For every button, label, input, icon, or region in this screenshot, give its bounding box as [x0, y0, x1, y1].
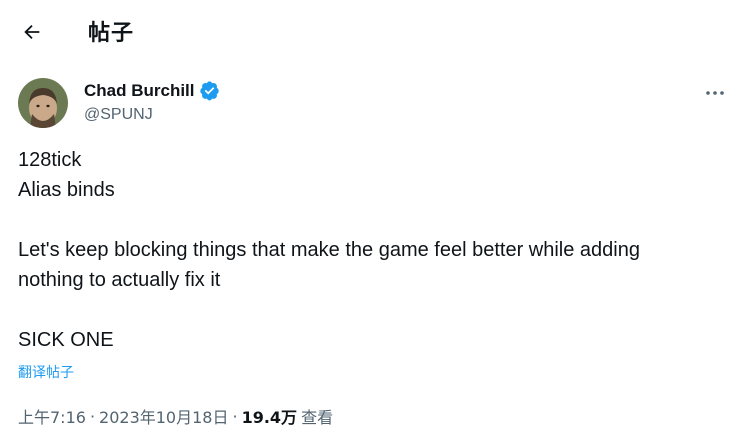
- tweet-text-line: nothing to actually fix it: [18, 269, 221, 291]
- top-bar: 帖子: [0, 0, 740, 62]
- author-handle[interactable]: @SPUNJ: [84, 106, 153, 124]
- views-label: 查看: [301, 408, 334, 427]
- tweet-text-line: Alias binds: [18, 179, 115, 201]
- author-name[interactable]: Chad Burchill: [84, 81, 195, 101]
- tweet-text-line: 128tick: [18, 149, 82, 171]
- back-button[interactable]: [16, 16, 48, 48]
- avatar-image: [18, 78, 68, 128]
- author-name-row: Chad Burchill: [84, 80, 220, 101]
- separator-dot: ·: [232, 406, 238, 426]
- arrow-left-icon: [24, 24, 40, 40]
- verified-badge-icon[interactable]: [199, 80, 220, 101]
- avatar[interactable]: [18, 78, 68, 128]
- tweet-text-line: Let's keep blocking things that make the…: [18, 239, 640, 261]
- tweet-meta: 上午7:16 · 2023年10月18日 · 19.4万 查看: [18, 404, 333, 428]
- page-title: 帖子: [88, 21, 135, 46]
- separator-dot: ·: [89, 406, 96, 426]
- tweet-date[interactable]: 2023年10月18日: [99, 404, 228, 428]
- tweet-text-line: SICK ONE: [18, 329, 114, 351]
- more-button[interactable]: [700, 80, 730, 106]
- tweet-time[interactable]: 上午7:16: [18, 404, 86, 428]
- more-horizontal-icon: [706, 91, 724, 95]
- translate-post-link[interactable]: 翻译帖子: [18, 362, 74, 382]
- views-count[interactable]: 19.4万: [242, 404, 297, 428]
